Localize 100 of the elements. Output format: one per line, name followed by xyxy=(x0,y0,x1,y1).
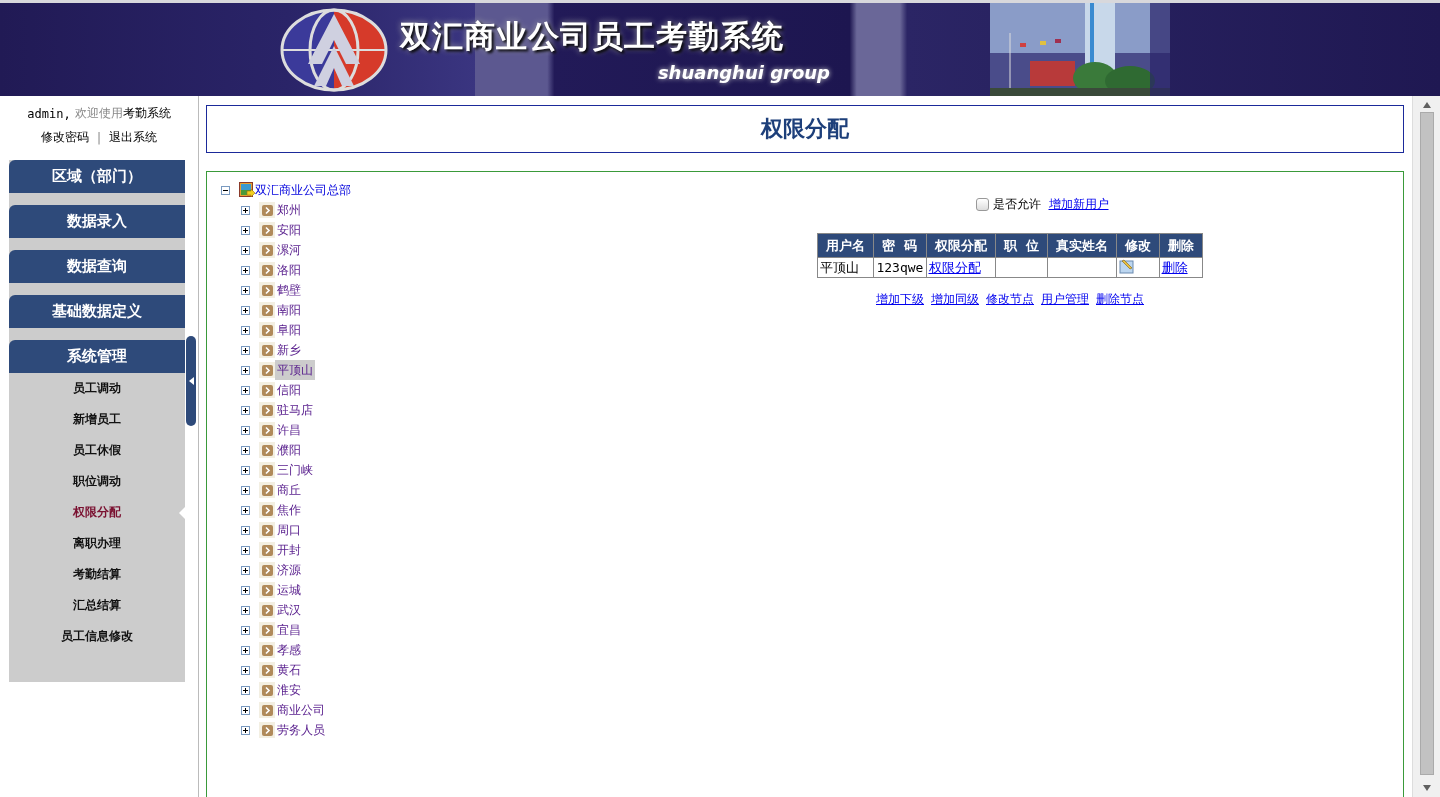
menu-header[interactable]: 系统管理 xyxy=(9,340,185,373)
expand-icon[interactable] xyxy=(241,665,250,675)
tree-root[interactable]: 双汇商业公司总部 xyxy=(255,181,351,199)
menu-header[interactable]: 区域（部门） xyxy=(9,160,185,193)
expand-icon[interactable] xyxy=(241,205,250,215)
menu-header[interactable]: 基础数据定义 xyxy=(9,295,185,328)
tree-node[interactable]: 阜阳 xyxy=(275,320,303,340)
action-link[interactable]: 删除节点 xyxy=(1096,291,1144,308)
chevron-icon xyxy=(259,642,275,658)
expand-icon[interactable] xyxy=(241,565,250,575)
action-link[interactable]: 增加下级 xyxy=(876,291,924,308)
allow-checkbox[interactable] xyxy=(975,198,989,211)
change-password-link[interactable]: 修改密码 xyxy=(40,129,89,146)
tree-node[interactable]: 焦作 xyxy=(275,500,303,520)
action-link[interactable]: 修改节点 xyxy=(986,291,1034,308)
chevron-icon xyxy=(259,282,275,298)
expand-icon[interactable] xyxy=(241,625,250,635)
tree-node[interactable]: 郑州 xyxy=(275,200,303,220)
tree-node[interactable]: 驻马店 xyxy=(275,400,315,420)
menu-item[interactable]: 员工信息修改 xyxy=(9,621,185,652)
separator: | xyxy=(96,130,101,145)
expand-icon[interactable] xyxy=(241,645,250,655)
expand-icon[interactable] xyxy=(241,225,250,235)
menu-item[interactable]: 员工休假 xyxy=(9,435,185,466)
tree-node[interactable]: 信阳 xyxy=(275,380,303,400)
menu-item[interactable]: 权限分配 xyxy=(9,497,185,528)
menu-item[interactable]: 考勤结算 xyxy=(9,559,185,590)
expand-icon[interactable] xyxy=(241,345,250,355)
chevron-icon xyxy=(259,562,275,578)
expand-icon[interactable] xyxy=(241,465,250,475)
scroll-down-icon[interactable] xyxy=(1422,785,1431,791)
tree-node[interactable]: 新乡 xyxy=(275,340,303,360)
chevron-icon xyxy=(259,602,275,618)
tree-node[interactable]: 许昌 xyxy=(275,420,303,440)
action-link[interactable]: 增加同级 xyxy=(931,291,979,308)
tree-node[interactable]: 孝感 xyxy=(275,640,303,660)
tree-node[interactable]: 黄石 xyxy=(275,660,303,680)
expand-icon[interactable] xyxy=(241,525,250,535)
collapse-handle[interactable] xyxy=(186,336,196,426)
menu-item[interactable]: 新增员工 xyxy=(9,404,185,435)
tree-node[interactable]: 运城 xyxy=(275,580,303,600)
tree-node[interactable]: 洛阳 xyxy=(275,260,303,280)
chevron-icon xyxy=(259,342,275,358)
expand-icon[interactable] xyxy=(241,325,250,335)
add-user-link[interactable]: 增加新用户 xyxy=(1048,196,1109,213)
expand-icon[interactable] xyxy=(241,545,250,555)
collapse-icon[interactable] xyxy=(221,185,230,195)
chevron-icon xyxy=(259,302,275,318)
expand-icon[interactable] xyxy=(241,445,250,455)
menu-item[interactable]: 汇总结算 xyxy=(9,590,185,621)
tree-node[interactable]: 淮安 xyxy=(275,680,303,700)
tree-node[interactable]: 武汉 xyxy=(275,600,303,620)
chevron-icon xyxy=(259,662,275,678)
expand-icon[interactable] xyxy=(241,505,250,515)
tree-node[interactable]: 济源 xyxy=(275,560,303,580)
expand-icon[interactable] xyxy=(241,265,250,275)
chevron-icon xyxy=(259,622,275,638)
tree-node[interactable]: 周口 xyxy=(275,520,303,540)
scrollbar[interactable] xyxy=(1412,96,1440,797)
table-cell: 平顶山 xyxy=(817,257,874,278)
chevron-icon xyxy=(259,242,275,258)
page-title: 权限分配 xyxy=(206,105,1404,153)
expand-icon[interactable] xyxy=(241,585,250,595)
expand-icon[interactable] xyxy=(241,305,250,315)
tree-node[interactable]: 南阳 xyxy=(275,300,303,320)
edit-icon[interactable] xyxy=(1118,258,1135,274)
expand-icon[interactable] xyxy=(241,365,250,375)
expand-icon[interactable] xyxy=(241,605,250,615)
expand-icon[interactable] xyxy=(241,245,250,255)
tree-node[interactable]: 安阳 xyxy=(275,220,303,240)
expand-icon[interactable] xyxy=(241,685,250,695)
tree-node[interactable]: 商业公司 xyxy=(275,700,327,720)
tree-node[interactable]: 三门峡 xyxy=(275,460,315,480)
menu-item[interactable]: 离职办理 xyxy=(9,528,185,559)
menu-item[interactable]: 职位调动 xyxy=(9,466,185,497)
menu-header[interactable]: 数据查询 xyxy=(9,250,185,283)
expand-icon[interactable] xyxy=(241,385,250,395)
expand-icon[interactable] xyxy=(241,485,250,495)
tree-node[interactable]: 濮阳 xyxy=(275,440,303,460)
tree-node[interactable]: 漯河 xyxy=(275,240,303,260)
menu-header[interactable]: 数据录入 xyxy=(9,205,185,238)
logout-link[interactable]: 退出系统 xyxy=(109,129,157,146)
column-header: 密 码 xyxy=(873,233,926,258)
chevron-icon xyxy=(259,462,275,478)
tree-node[interactable]: 宜昌 xyxy=(275,620,303,640)
action-link[interactable]: 用户管理 xyxy=(1041,291,1089,308)
expand-icon[interactable] xyxy=(241,425,250,435)
chevron-icon xyxy=(259,402,275,418)
expand-icon[interactable] xyxy=(241,705,250,715)
tree-node[interactable]: 商丘 xyxy=(275,480,303,500)
tree-node[interactable]: 开封 xyxy=(275,540,303,560)
tree-node[interactable]: 平顶山 xyxy=(275,360,315,380)
scroll-up-icon[interactable] xyxy=(1422,102,1431,108)
menu-item[interactable]: 员工调动 xyxy=(9,373,185,404)
expand-icon[interactable] xyxy=(241,285,250,295)
tree-node[interactable]: 劳务人员 xyxy=(275,720,327,740)
expand-icon[interactable] xyxy=(241,405,250,415)
tree-node[interactable]: 鹤壁 xyxy=(275,280,303,300)
expand-icon[interactable] xyxy=(241,725,250,735)
chevron-icon xyxy=(259,482,275,498)
